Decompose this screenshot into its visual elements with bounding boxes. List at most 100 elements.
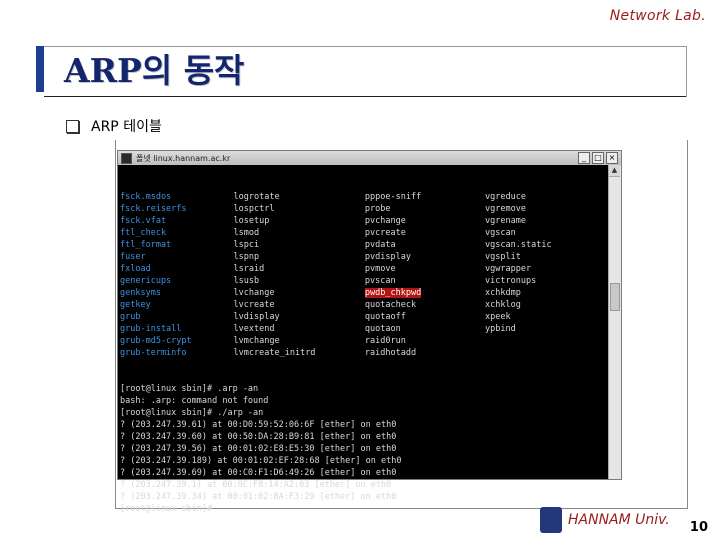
terminal-grid-cell: fsck.vfat — [120, 216, 167, 226]
terminal-grid-cell: victronups — [485, 276, 537, 286]
page-title: ARP의 동작 — [64, 51, 245, 90]
terminal-line: ? (203.247.39.61) at 00:D0:59:52:06:6F [… — [120, 420, 397, 430]
terminal-grid-row: fsck.msdos logrotate pppoe-sniff vgreduce — [120, 191, 607, 203]
title-accent-bar — [36, 46, 44, 92]
terminal-grid-row: grub-install lvextend quotaon ypbind — [120, 323, 607, 335]
terminal-grid-row: grub-md5-crypt lvmchange raid0run — [120, 335, 607, 347]
terminal-grid-row: fsck.reiserfs lospctrl probe vgremove — [120, 203, 607, 215]
header-brand: Network Lab. — [609, 8, 706, 24]
terminal-window[interactable]: 폴넷 linux.hannam.ac.kr _ □ × fsck.msdos lo… — [117, 150, 622, 514]
terminal-grid-cell: quotaon — [364, 324, 401, 334]
terminal-grid-cell: vgreduce — [485, 192, 526, 202]
terminal-grid-cell: vgscan — [485, 228, 516, 238]
close-button[interactable]: × — [606, 152, 618, 164]
terminal-output: fsck.msdos logrotate pppoe-sniff vgreduce fs… — [120, 167, 607, 539]
terminal-grid-row: grub-terminfo lvmcreate_initrd raidhotadd — [120, 347, 607, 359]
terminal-grid-cell: lsusb — [233, 276, 260, 286]
terminal-grid-cell: getkey — [120, 300, 151, 310]
terminal-grid-row: getkey lvcreate quotacheck xchklog — [120, 299, 607, 311]
terminal-line: bash: .arp: command not found — [120, 396, 269, 406]
terminal-grid-cell: raidhotadd — [364, 348, 417, 358]
terminal-line: [root@linux sbin]# — [120, 504, 213, 514]
terminal-grid-cell: pvchange — [364, 216, 406, 226]
terminal-grid-cell: lvchange — [233, 288, 275, 298]
university-logo — [540, 507, 562, 533]
terminal-grid-cell: lsraid — [233, 264, 265, 274]
terminal-grid-cell: grub-terminfo — [120, 348, 187, 358]
terminal-grid-row: fxload lsraid pvmove vgwrapper — [120, 263, 607, 275]
terminal-line: ? (203.247.39.56) at 00:01:02:E8:E5:30 [… — [120, 444, 397, 454]
terminal-grid-cell — [485, 335, 607, 347]
terminal-line: ? (203.247.39.60) at 00:50:DA:28:B9:81 [… — [120, 432, 397, 442]
terminal-grid-cell: genksyms — [120, 288, 161, 298]
terminal-grid-cell: probe — [364, 204, 391, 214]
terminal-grid-cell: xchklog — [485, 300, 521, 310]
square-bullet-icon — [66, 119, 79, 133]
terminal-line: ? (203.247.39.1) at 00:0C:F8:14:A2:03 [e… — [120, 480, 392, 490]
terminal-line: ? (203.247.39.189) at 00:01:02:EF:28:68 … — [120, 456, 402, 466]
terminal-grid-cell: lvmcreate_initrd — [233, 348, 316, 358]
terminal-grid-cell: lvmchange — [233, 336, 280, 346]
vertical-scrollbar[interactable]: ▲ — [608, 165, 621, 479]
footer: HANNAM Univ. — [540, 507, 670, 533]
terminal-grid-cell: fsck.msdos — [120, 192, 172, 202]
terminal-grid-cell: lvextend — [233, 324, 275, 334]
terminal-title: 폴넷 linux.hannam.ac.kr — [136, 153, 231, 163]
terminal-grid-cell: grub — [120, 312, 141, 322]
terminal-grid-cell: vgwrapper — [485, 264, 532, 274]
arp-output: [root@linux sbin]# .arp -an bash: .arp: c… — [120, 383, 607, 515]
terminal-grid-cell: vgrename — [485, 216, 526, 226]
terminal-line: [root@linux sbin]# .arp -an — [120, 384, 259, 394]
terminal-grid-cell: pvcreate — [364, 228, 406, 238]
terminal-grid-cell — [485, 347, 607, 359]
footer-brand: HANNAM Univ. — [568, 512, 670, 528]
terminal-grid-cell: lvdisplay — [233, 312, 280, 322]
terminal-grid-cell: pppoe-sniff — [364, 192, 422, 202]
terminal-line: ? (203.247.39.34) at 00:01:02:8A:F3:29 [… — [120, 492, 397, 502]
terminal-grid-cell: ftl_format — [120, 240, 172, 250]
terminal-grid-cell: lspci — [233, 240, 260, 250]
terminal-grid-cell: quotaoff — [364, 312, 406, 322]
bullet-text: ARP 테이블 — [91, 119, 162, 135]
command-listing: fsck.msdos logrotate pppoe-sniff vgreduce fs… — [120, 191, 607, 359]
terminal-grid-cell: fxload — [120, 264, 151, 274]
minimize-button[interactable]: _ — [578, 152, 590, 164]
terminal-grid-row: fsck.vfat losetup pvchange vgrename — [120, 215, 607, 227]
terminal-grid-cell: pwdb_chkpwd — [364, 287, 485, 299]
terminal-line: ? (203.247.39.69) at 00:C0:F1:D6:49:26 [… — [120, 468, 397, 478]
terminal-grid-cell: lvcreate — [233, 300, 275, 310]
terminal-grid-row: genksyms lvchange pwdb_chkpwd xchkdmp — [120, 287, 607, 299]
scroll-up-icon[interactable]: ▲ — [609, 165, 620, 177]
terminal-grid-cell: vgsplit — [485, 252, 521, 262]
terminal-grid-row: fuser lspnp pvdisplay vgsplit — [120, 251, 607, 263]
terminal-grid-cell: vgremove — [485, 204, 526, 214]
terminal-grid-cell: lospctrl — [233, 204, 275, 214]
terminal-line: [root@linux sbin]# ./arp -an — [120, 408, 264, 418]
bullet-item: ARP 테이블 — [66, 116, 162, 136]
terminal-grid-cell: pvdata — [364, 240, 396, 250]
terminal-grid-row: grub lvdisplay quotaoff xpeek — [120, 311, 607, 323]
terminal-grid-cell: pvmove — [364, 264, 396, 274]
terminal-body[interactable]: fsck.msdos logrotate pppoe-sniff vgreduce fs… — [118, 165, 621, 514]
terminal-grid-cell: fsck.reiserfs — [120, 204, 187, 214]
terminal-grid-cell: xpeek — [485, 312, 511, 322]
terminal-app-icon — [121, 152, 132, 164]
terminal-grid-cell: pvdisplay — [364, 252, 411, 262]
terminal-grid-cell: lspnp — [233, 252, 260, 262]
terminal-titlebar[interactable]: 폴넷 linux.hannam.ac.kr _ □ × — [118, 151, 621, 165]
title-rule — [44, 96, 686, 97]
page-number: 10 — [689, 520, 708, 535]
terminal-grid-cell: quotacheck — [364, 300, 417, 310]
terminal-grid-cell: raid0run — [364, 336, 406, 346]
terminal-grid-cell: fuser — [120, 252, 146, 262]
terminal-grid-cell: grub-md5-crypt — [120, 336, 192, 346]
terminal-grid-row: ftl_check lsmod pvcreate vgscan — [120, 227, 607, 239]
terminal-grid-cell: vgscan.static — [485, 240, 552, 250]
maximize-button[interactable]: □ — [592, 152, 604, 164]
terminal-grid-cell: losetup — [233, 216, 270, 226]
terminal-grid-cell: grub-install — [120, 324, 182, 334]
terminal-grid-cell: xchkdmp — [485, 288, 521, 298]
terminal-grid-row: ftl_format lspci pvdata vgscan.static — [120, 239, 607, 251]
terminal-grid-cell: logrotate — [233, 192, 280, 202]
scroll-thumb[interactable] — [610, 283, 620, 311]
